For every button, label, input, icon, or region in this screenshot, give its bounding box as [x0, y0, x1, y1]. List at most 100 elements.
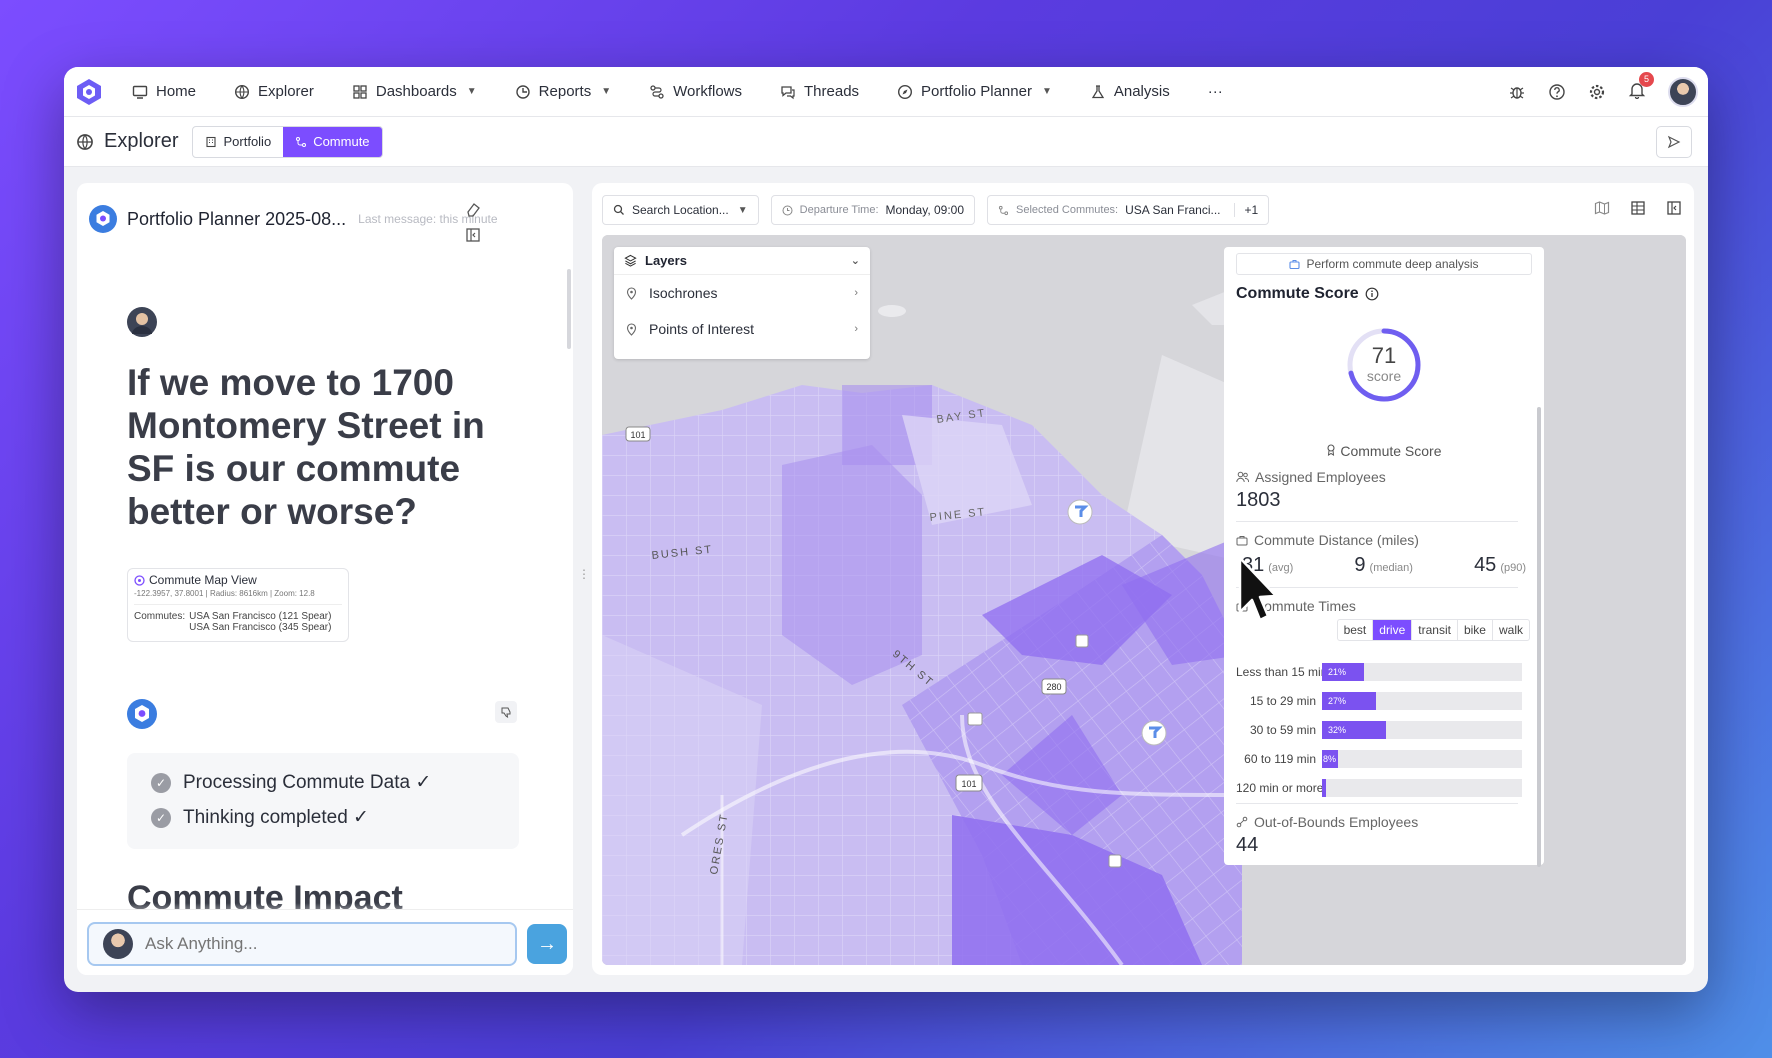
- chat-input-row: →: [77, 909, 573, 975]
- layers-header[interactable]: Layers ⌄: [614, 247, 870, 275]
- search-location-dropdown[interactable]: Search Location... ▼: [602, 195, 759, 225]
- help-icon[interactable]: [1548, 83, 1566, 101]
- bar-track: [1322, 779, 1522, 797]
- user-question: If we move to 1700 Montomery Street in S…: [127, 362, 485, 532]
- table-icon[interactable]: [1630, 200, 1646, 216]
- eraser-icon[interactable]: [465, 201, 481, 217]
- info-icon[interactable]: [1365, 287, 1379, 301]
- panel-resize-handle[interactable]: ⋮: [578, 568, 590, 580]
- bar-track: 32%: [1322, 721, 1522, 739]
- selected-commutes-value: USA San Franci...: [1125, 203, 1221, 217]
- mode-transit[interactable]: transit: [1411, 620, 1457, 640]
- commute-score-caption-row: Commute Score: [1224, 443, 1544, 459]
- distance-p90: 45 (p90): [1474, 554, 1526, 576]
- layer-item-points-of-interest[interactable]: Points of Interest ›: [614, 311, 870, 347]
- pin-icon: [626, 286, 637, 300]
- notifications-button[interactable]: 5: [1628, 71, 1654, 104]
- tab-portfolio[interactable]: Portfolio: [193, 127, 283, 157]
- departure-time-selector[interactable]: Departure Time: Monday, 09:00: [770, 195, 976, 225]
- bar-label: 60 to 119 min: [1244, 752, 1316, 766]
- user-avatar[interactable]: [1668, 77, 1698, 107]
- commute-times-section: Commute Times: [1236, 598, 1532, 614]
- mouse-cursor-icon: [1238, 556, 1278, 622]
- commute-map[interactable]: BAY ST PINE ST BUSH ST 9TH ST ORES ST 10…: [602, 235, 1686, 965]
- chat-scrollbar[interactable]: [567, 269, 571, 349]
- nav-analysis[interactable]: Analysis: [1090, 83, 1170, 100]
- grid-icon: [353, 84, 367, 99]
- ask-input-wrapper[interactable]: [87, 922, 517, 966]
- step-item: ✓ Thinking completed ✓: [151, 806, 495, 829]
- mode-selector: best drive transit bike walk: [1336, 619, 1530, 641]
- commute-map-view-card[interactable]: Commute Map View -122.3957, 37.8001 | Ra…: [127, 568, 349, 642]
- poi-marker[interactable]: [1108, 854, 1122, 868]
- bar-label: 15 to 29 min: [1249, 694, 1316, 708]
- briefcase-icon: [1289, 259, 1301, 269]
- assistant-logo-icon: [89, 205, 117, 233]
- out-of-bounds-label: Out-of-Bounds Employees: [1254, 814, 1419, 830]
- gear-icon[interactable]: [1588, 83, 1606, 101]
- send-message-button[interactable]: →: [527, 924, 567, 964]
- card-title: Commute Map View: [149, 573, 257, 587]
- bar-label: 30 to 59 min: [1249, 723, 1316, 737]
- commute-score-title: Commute Score: [1236, 285, 1359, 302]
- nav-right-tools: 5: [1508, 67, 1698, 117]
- assigned-employees-section: Assigned Employees 1803: [1236, 469, 1532, 512]
- feedback-button[interactable]: [495, 701, 517, 723]
- commute-icon: [296, 136, 307, 147]
- tab-commute[interactable]: Commute: [283, 126, 382, 157]
- mode-walk[interactable]: walk: [1491, 620, 1529, 640]
- office-pin[interactable]: [1067, 499, 1093, 525]
- office-pin[interactable]: [1141, 720, 1167, 746]
- mode-bike[interactable]: bike: [1456, 620, 1492, 640]
- nav-analysis-label: Analysis: [1113, 83, 1170, 100]
- nav-home[interactable]: Home: [132, 83, 196, 100]
- commute-time-bar-row: 30 to 59 min 32%: [1236, 721, 1528, 739]
- thumbs-down-icon: [501, 707, 511, 718]
- selected-commutes-selector[interactable]: Selected Commutes: USA San Franci... +1: [987, 195, 1270, 225]
- collapse-panel-icon[interactable]: [465, 227, 481, 243]
- share-button[interactable]: [1656, 126, 1692, 158]
- nav-workflows[interactable]: Workflows: [649, 83, 742, 100]
- card-commute-2: USA San Francisco (345 Spear): [189, 622, 332, 633]
- bug-icon[interactable]: [1508, 83, 1526, 101]
- card-meta: -122.3957, 37.8001 | Radius: 8616km | Zo…: [134, 589, 342, 605]
- nav-reports[interactable]: Reports ▼: [515, 83, 611, 100]
- nav-threads[interactable]: Threads: [780, 83, 859, 100]
- out-of-bounds-value: 44: [1236, 834, 1259, 856]
- sidebar-toggle-icon[interactable]: [1666, 200, 1682, 216]
- commute-score-title-row: Commute Score: [1236, 285, 1532, 303]
- deep-analysis-label: Perform commute deep analysis: [1306, 257, 1479, 271]
- more-menu-button[interactable]: ···: [1208, 83, 1223, 100]
- commute-time-bar-row: 120 min or more: [1236, 779, 1528, 797]
- nav-dashboards[interactable]: Dashboards ▼: [352, 83, 477, 100]
- layers-icon: [624, 254, 637, 267]
- mode-best[interactable]: best: [1338, 620, 1373, 640]
- poi-marker[interactable]: [1075, 634, 1089, 648]
- nav-portfolio-planner[interactable]: Portfolio Planner ▼: [897, 83, 1052, 100]
- distance-median: 9 (median): [1354, 554, 1413, 576]
- map-icon[interactable]: [1594, 200, 1610, 216]
- bar-label: 120 min or more: [1236, 781, 1324, 795]
- check-circle-icon: ✓: [151, 772, 171, 793]
- nav-explorer[interactable]: Explorer: [234, 83, 314, 100]
- step-item: ✓ Processing Commute Data ✓: [151, 771, 495, 794]
- selected-commutes-extra[interactable]: +1: [1233, 203, 1258, 217]
- search-icon: [613, 204, 624, 215]
- svg-text:101: 101: [630, 430, 645, 440]
- layer-item-isochrones[interactable]: Isochrones ›: [614, 275, 870, 311]
- bar-fill: 8%: [1322, 750, 1338, 768]
- mode-drive[interactable]: drive: [1372, 620, 1412, 640]
- highway-shield-101: 101: [625, 426, 651, 442]
- processing-steps: ✓ Processing Commute Data ✓ ✓ Thinking c…: [127, 753, 519, 849]
- chat-header: Portfolio Planner 2025-08... Last messag…: [89, 205, 498, 233]
- deep-analysis-button[interactable]: Perform commute deep analysis: [1236, 253, 1532, 275]
- ask-input[interactable]: [145, 934, 485, 954]
- app-logo-icon[interactable]: [74, 77, 104, 107]
- app-window: Home Explorer Dashboards ▼ Reports ▼ Wor…: [64, 67, 1708, 992]
- score-panel-scrollbar[interactable]: [1537, 407, 1541, 867]
- users-icon: [1236, 471, 1249, 483]
- highway-shield-280: 280: [1041, 678, 1067, 695]
- assistant-avatar: [127, 699, 157, 729]
- card-title-row: Commute Map View: [134, 573, 342, 587]
- poi-marker[interactable]: [967, 712, 983, 726]
